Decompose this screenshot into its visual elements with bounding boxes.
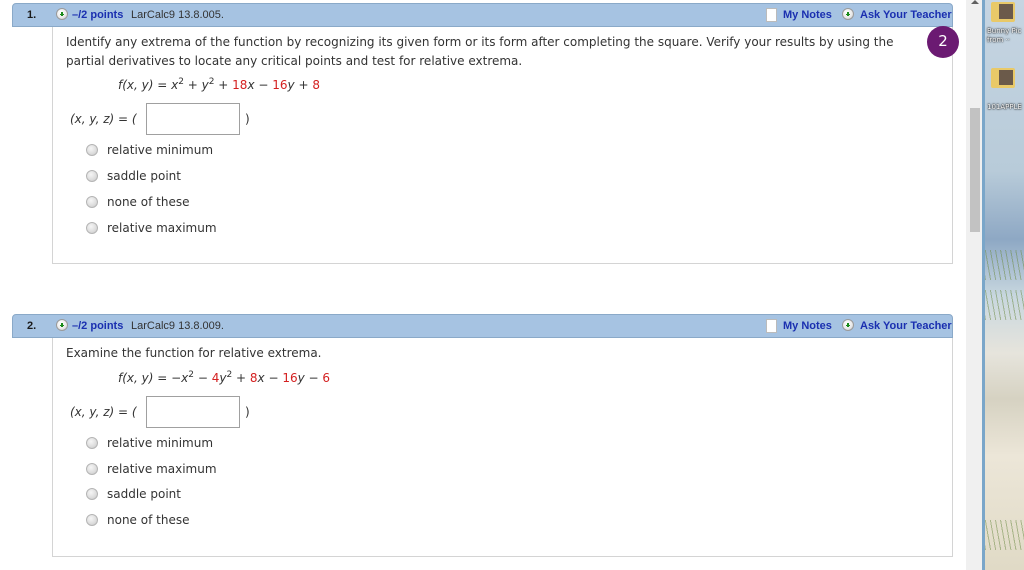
radio-button[interactable] (86, 196, 98, 208)
radio-button[interactable] (86, 463, 98, 475)
scrollbar-thumb[interactable] (970, 108, 980, 232)
option-label[interactable]: relative minimum (107, 436, 213, 450)
operator: + (214, 78, 233, 92)
ask-your-teacher-link[interactable]: Ask Your Teacher (860, 320, 952, 332)
term-var: x (247, 78, 255, 92)
prompt-line: partial derivatives to locate any critic… (66, 54, 523, 68)
my-notes-link[interactable]: My Notes (783, 320, 832, 332)
formula-lhs: f(x, y) = (118, 371, 172, 385)
term-var: y (201, 78, 209, 92)
answer-close-paren: ) (245, 112, 250, 126)
question-number: 1. (27, 9, 37, 21)
constant: 6 (322, 371, 331, 385)
notification-badge[interactable]: 2 (927, 26, 959, 58)
operator: + (232, 371, 250, 385)
points-label: –/2 points (72, 9, 124, 21)
desktop-icon-label[interactable]: Bunny Pic (987, 27, 1021, 35)
notes-page-icon[interactable] (766, 8, 777, 22)
radio-button[interactable] (86, 437, 98, 449)
my-notes-link[interactable]: My Notes (783, 9, 832, 21)
question-2-prompt: Examine the function for relative extrem… (66, 344, 322, 363)
coefficient: 18 (232, 78, 248, 92)
question-2-header: 2. –/2 points LarCalc9 13.8.009. My Note… (12, 314, 953, 338)
beach-grass (985, 520, 1024, 550)
beach-grass (985, 290, 1024, 320)
question-reference: LarCalc9 13.8.009. (131, 320, 224, 332)
term-var: x (257, 371, 265, 385)
folder-icon[interactable] (991, 68, 1015, 88)
term-sign: − (171, 371, 182, 385)
option-label[interactable]: relative maximum (107, 462, 217, 476)
expand-plus-icon[interactable] (56, 319, 68, 331)
ask-teacher-plus-icon[interactable] (842, 319, 854, 331)
option-label[interactable]: saddle point (107, 169, 181, 183)
term-var: y (297, 371, 305, 385)
desktop-icon-label[interactable]: from ·· (987, 36, 1010, 44)
desktop-icon-label[interactable]: 101APPLE (987, 103, 1022, 111)
radio-button[interactable] (86, 488, 98, 500)
operator: − (264, 371, 283, 385)
prompt-line: Examine the function for relative extrem… (66, 346, 322, 360)
option-label[interactable]: none of these (107, 513, 189, 527)
formula-lhs: f(x, y) = (118, 78, 172, 92)
question-1-formula: f(x, y) = x2 + y2 + 18x − 16y + 8 (118, 78, 320, 93)
question-1-header: 1. –/2 points LarCalc9 13.8.005. My Note… (12, 3, 953, 27)
desktop-background: Bunny Pic from ·· 101APPLE (982, 0, 1024, 570)
coefficient: 8 (249, 371, 258, 385)
ask-your-teacher-link[interactable]: Ask Your Teacher (860, 9, 952, 21)
expand-plus-icon[interactable] (56, 8, 68, 20)
points-label: –/2 points (72, 320, 124, 332)
prompt-line: Identify any extrema of the function by … (66, 35, 894, 49)
assignment-page: 1. –/2 points LarCalc9 13.8.005. My Note… (0, 0, 966, 570)
xyz-answer-input[interactable] (146, 396, 240, 428)
coefficient: 16 (272, 78, 288, 92)
radio-button[interactable] (86, 222, 98, 234)
option-label[interactable]: none of these (107, 195, 189, 209)
scroll-up-arrow-icon[interactable] (971, 0, 979, 4)
question-number: 2. (27, 320, 37, 332)
option-label[interactable]: saddle point (107, 487, 181, 501)
operator: − (304, 371, 323, 385)
radio-button[interactable] (86, 170, 98, 182)
operator: − (194, 371, 212, 385)
answer-label: (x, y, z) = ( (70, 112, 137, 126)
term-var: y (287, 78, 295, 92)
notes-page-icon[interactable] (766, 319, 777, 333)
xyz-answer-input[interactable] (146, 103, 240, 135)
question-2-formula: f(x, y) = −x2 − 4y2 + 8x − 16y − 6 (118, 371, 331, 386)
beach-grass (985, 250, 1024, 280)
question-1-prompt: Identify any extrema of the function by … (66, 33, 893, 71)
answer-close-paren: ) (245, 405, 250, 419)
ask-teacher-plus-icon[interactable] (842, 8, 854, 20)
radio-button[interactable] (86, 144, 98, 156)
vertical-scrollbar[interactable] (966, 0, 982, 570)
answer-label: (x, y, z) = ( (70, 405, 137, 419)
operator: + (183, 78, 202, 92)
constant: 8 (312, 78, 320, 92)
operator: − (254, 78, 273, 92)
folder-icon[interactable] (991, 2, 1015, 22)
radio-button[interactable] (86, 514, 98, 526)
operator: + (294, 78, 313, 92)
coefficient: 16 (282, 371, 298, 385)
question-reference: LarCalc9 13.8.005. (131, 9, 224, 21)
option-label[interactable]: relative minimum (107, 143, 213, 157)
option-label[interactable]: relative maximum (107, 221, 217, 235)
